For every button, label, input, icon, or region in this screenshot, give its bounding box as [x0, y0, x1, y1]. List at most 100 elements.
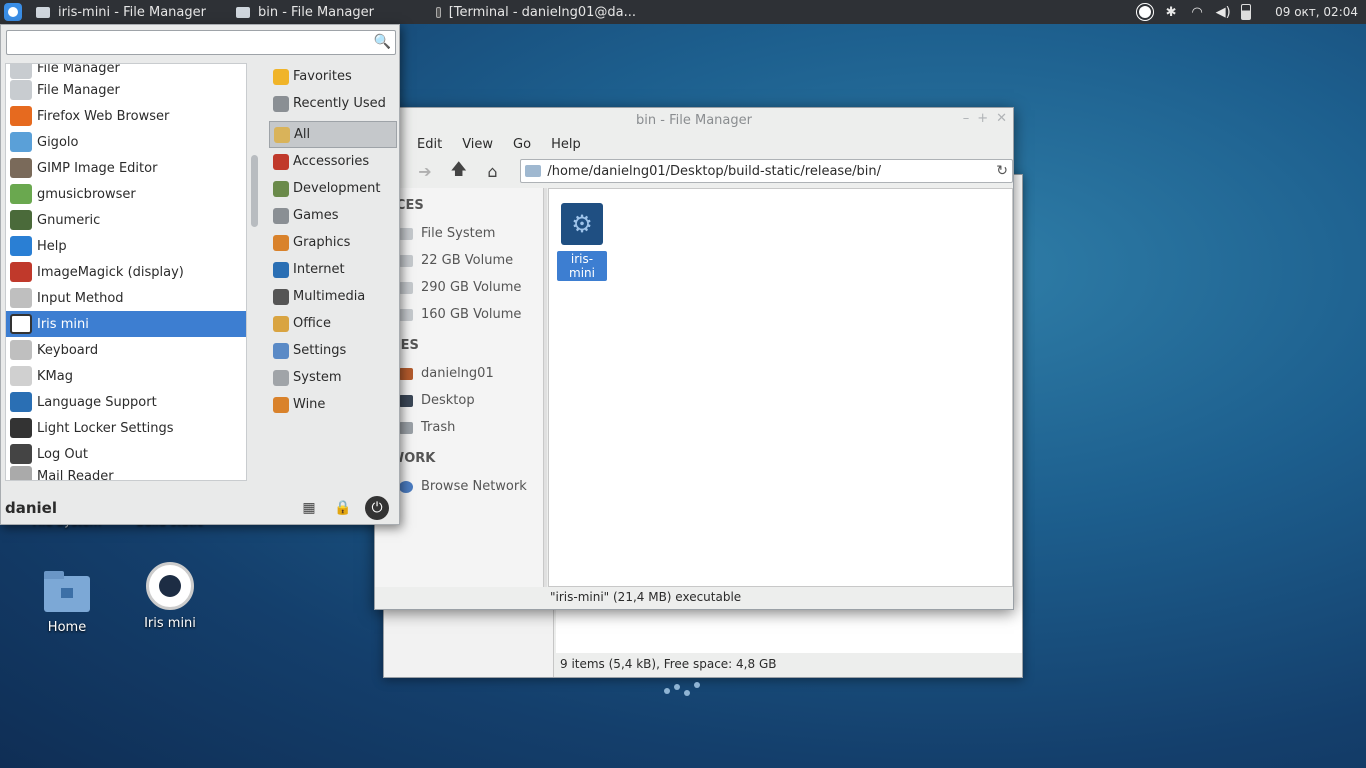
desktop-icon	[399, 394, 413, 407]
taskbar-item-terminal[interactable]: [Terminal - danielng01@da...	[426, 0, 646, 24]
category-icon	[273, 315, 289, 332]
category-internet[interactable]: Internet	[269, 256, 397, 283]
taskbar-item-bin[interactable]: bin - File Manager	[226, 0, 426, 24]
sidebar-item-desktop[interactable]: Desktop	[375, 387, 543, 414]
app-icon	[10, 366, 32, 386]
app-item[interactable]: Firefox Web Browser	[6, 103, 246, 129]
scrollbar-thumb[interactable]	[251, 155, 258, 227]
whisker-menu: 🔍 File Manager File Manager Firefox Web Br…	[0, 24, 400, 525]
app-item[interactable]: File Manager	[6, 64, 246, 79]
sidebar-item-file-system[interactable]: File System	[375, 220, 543, 247]
category-games[interactable]: Games	[269, 202, 397, 229]
wifi-icon[interactable]: ◠	[1189, 4, 1205, 20]
sidebar-item-22gb-volume[interactable]: 22 GB Volume	[375, 247, 543, 274]
category-label: Games	[293, 208, 339, 223]
app-item-label: File Manager	[37, 82, 120, 98]
settings-manager-icon[interactable]: ▦	[297, 496, 321, 520]
category-graphics[interactable]: Graphics	[269, 229, 397, 256]
lock-screen-icon[interactable]: 🔒	[331, 496, 355, 520]
bin-file-manager-window[interactable]: bin - File Manager – + ✕ e Edit View Go …	[374, 107, 1014, 610]
search-input[interactable]	[7, 31, 367, 53]
file-item-iris-mini[interactable]: ⚙ iris-mini	[557, 203, 607, 281]
category-settings[interactable]: Settings	[269, 337, 397, 364]
bluetooth-icon[interactable]: ✱	[1163, 4, 1179, 20]
app-item-label: Iris mini	[37, 316, 89, 332]
sidebar-item-trash[interactable]: Trash	[375, 414, 543, 441]
volume-icon[interactable]: ◀)	[1215, 4, 1231, 20]
category-label: Settings	[293, 343, 347, 358]
drive-icon	[399, 227, 413, 240]
sidebar-item-browse-network[interactable]: Browse Network	[375, 473, 543, 500]
category-all[interactable]: All	[269, 121, 397, 148]
sidebar-item-home[interactable]: danielng01	[375, 360, 543, 387]
category-development[interactable]: Development	[269, 175, 397, 202]
menu-view[interactable]: View	[462, 137, 493, 152]
sidebar-item-290gb-volume[interactable]: 290 GB Volume	[375, 274, 543, 301]
reload-icon[interactable]: ↻	[996, 163, 1008, 179]
menu-edit[interactable]: Edit	[417, 137, 442, 152]
app-item[interactable]: Input Method	[6, 285, 246, 311]
up-arrow-icon[interactable]: 🡅	[449, 158, 469, 185]
category-recently-used[interactable]: Recently Used	[269, 90, 397, 117]
category-multimedia[interactable]: Multimedia	[269, 283, 397, 310]
app-item[interactable]: gmusicbrowser	[6, 181, 246, 207]
app-item[interactable]: File Manager	[6, 77, 246, 103]
sidebar-section-network: TWORK	[381, 451, 436, 466]
category-icon	[273, 95, 289, 112]
menu-search[interactable]: 🔍	[6, 30, 396, 55]
pane-splitter[interactable]	[543, 188, 547, 587]
window-titlebar[interactable]: bin - File Manager – + ✕	[375, 108, 1013, 132]
top-panel: iris-mini - File Manager bin - File Mana…	[0, 0, 1366, 24]
app-item-label: Language Support	[37, 394, 157, 410]
category-accessories[interactable]: Accessories	[269, 148, 397, 175]
category-icon	[273, 207, 289, 224]
drive-icon	[399, 254, 413, 267]
app-item[interactable]: Mail Reader	[6, 466, 246, 480]
forward-arrow-icon[interactable]: ➔	[415, 162, 435, 181]
location-bar[interactable]: /home/danielng01/Desktop/build-static/re…	[520, 159, 1013, 183]
search-icon[interactable]: 🔍	[374, 34, 391, 50]
desktop-icon-iris-mini[interactable]: Iris mini	[125, 562, 215, 631]
home-icon[interactable]: ⌂	[483, 162, 503, 181]
app-item[interactable]: Iris mini	[6, 311, 246, 337]
app-item[interactable]: KMag	[6, 363, 246, 389]
app-item[interactable]: Keyboard	[6, 337, 246, 363]
app-item[interactable]: Gigolo	[6, 129, 246, 155]
window-title: bin - File Manager	[636, 112, 752, 128]
clock[interactable]: 09 окт, 02:04	[1275, 5, 1358, 19]
app-item-label: Input Method	[37, 290, 124, 306]
app-item[interactable]: ImageMagick (display)	[6, 259, 246, 285]
application-list[interactable]: File Manager File Manager Firefox Web Brow…	[5, 63, 247, 481]
minimize-icon[interactable]: –	[963, 111, 970, 126]
menu-help[interactable]: Help	[551, 137, 581, 152]
whisker-menu-button[interactable]	[0, 0, 26, 24]
taskbar-item-iris-mini[interactable]: iris-mini - File Manager	[26, 0, 226, 24]
app-item[interactable]: Gnumeric	[6, 207, 246, 233]
battery-icon[interactable]	[1241, 4, 1252, 20]
desktop-icon-home[interactable]: Home	[22, 571, 112, 635]
close-icon[interactable]: ✕	[996, 111, 1007, 126]
home-icon	[399, 367, 413, 380]
iris-tray-icon[interactable]	[1136, 3, 1155, 21]
category-system[interactable]: System	[269, 364, 397, 391]
application-list-scrollbar[interactable]	[248, 63, 260, 481]
app-item[interactable]: Light Locker Settings	[6, 415, 246, 441]
power-icon[interactable]: ⏻	[365, 496, 389, 520]
app-item[interactable]: GIMP Image Editor	[6, 155, 246, 181]
category-office[interactable]: Office	[269, 310, 397, 337]
menu-go[interactable]: Go	[513, 137, 531, 152]
back-window-status: 9 items (5,4 kB), Free space: 4,8 GB	[556, 653, 1022, 677]
location-path[interactable]: /home/danielng01/Desktop/build-static/re…	[547, 164, 996, 179]
category-favorites[interactable]: Favorites	[269, 63, 397, 90]
app-icon	[10, 262, 32, 282]
category-wine[interactable]: Wine	[269, 391, 397, 418]
file-view[interactable]: ⚙ iris-mini	[548, 188, 1013, 587]
network-icon	[399, 480, 413, 493]
maximize-icon[interactable]: +	[977, 111, 988, 126]
sidebar-item-160gb-volume[interactable]: 160 GB Volume	[375, 301, 543, 328]
app-item[interactable]: Language Support	[6, 389, 246, 415]
app-item[interactable]: Log Out	[6, 441, 246, 467]
category-list: Favorites Recently Used All Accessories Deve…	[269, 63, 397, 418]
category-label: Multimedia	[293, 289, 366, 304]
app-item[interactable]: Help	[6, 233, 246, 259]
